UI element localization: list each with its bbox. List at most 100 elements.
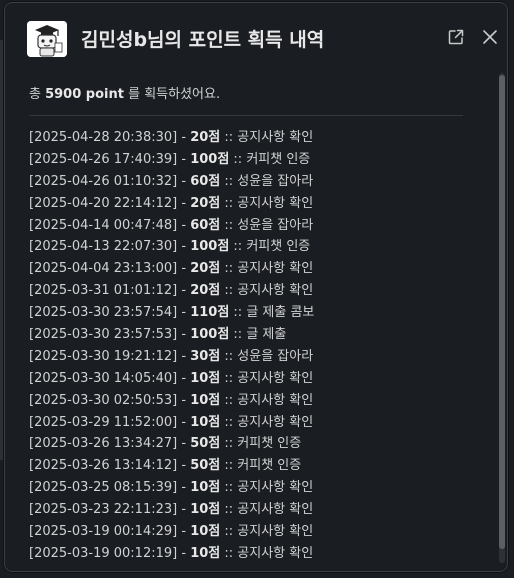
entry-timestamp: [2025-04-26 17:40:39] xyxy=(29,151,178,167)
log-entry: [2025-04-26 17:40:39] - 100점 :: 커피챗 인증 xyxy=(29,149,469,171)
entry-separator: - xyxy=(177,239,191,255)
entry-timestamp: [2025-04-20 22:14:12] xyxy=(29,195,178,211)
entry-points: 100점 xyxy=(190,327,230,343)
entry-timestamp: [2025-04-26 01:10:32] xyxy=(29,173,178,189)
entry-separator: :: xyxy=(220,283,238,299)
entry-separator: :: xyxy=(220,436,238,452)
entry-timestamp: [2025-03-26 13:34:27] xyxy=(29,436,178,452)
entry-points: 20점 xyxy=(190,130,221,145)
entry-reason: 공지사항 확인 xyxy=(237,261,314,277)
entry-timestamp: [2025-03-30 02:50:53] xyxy=(29,392,178,408)
log-entry: [2025-03-30 23:57:53] - 100점 :: 글 제출 xyxy=(29,324,469,346)
log-entry: [2025-03-30 02:50:53] - 10점 :: 공지사항 확인 xyxy=(29,390,469,412)
entry-points: 50점 xyxy=(190,436,221,452)
entry-separator: :: xyxy=(220,370,238,386)
entry-separator: :: xyxy=(229,327,247,343)
entry-timestamp: [2025-03-30 14:05:40] xyxy=(29,370,178,386)
entry-separator: - xyxy=(177,370,191,386)
modal-body: 총 5900 point 를 획득하셨어요. [2025-04-28 20:38… xyxy=(5,71,507,571)
points-log-list: [2025-04-28 20:38:30] - 20점 :: 공지사항 확인 [2… xyxy=(29,127,469,565)
entry-separator: :: xyxy=(220,502,238,518)
log-entry: [2025-04-04 23:13:00] - 20점 :: 공지사항 확인 xyxy=(29,258,469,280)
summary-divider xyxy=(29,115,463,116)
entry-separator: :: xyxy=(220,392,238,408)
entry-separator: :: xyxy=(220,545,238,561)
external-link-button[interactable] xyxy=(445,28,467,50)
entry-timestamp: [2025-03-29 11:52:00] xyxy=(29,414,178,430)
log-entry: [2025-03-25 08:15:39] - 10점 :: 공지사항 확인 xyxy=(29,477,469,499)
entry-separator: :: xyxy=(220,195,238,211)
entry-separator: - xyxy=(177,348,191,364)
entry-separator: :: xyxy=(220,348,238,364)
entry-timestamp: [2025-03-30 23:57:54] xyxy=(29,305,178,321)
entry-separator: :: xyxy=(229,305,247,321)
entry-separator: - xyxy=(177,217,191,233)
entry-separator: - xyxy=(177,327,191,343)
log-entry: [2025-03-30 19:21:12] - 30점 :: 성윤을 잡아라 xyxy=(29,346,469,368)
entry-timestamp: [2025-04-13 22:07:30] xyxy=(29,239,178,255)
entry-separator: - xyxy=(177,151,191,167)
entry-reason: 공지사항 확인 xyxy=(237,195,314,211)
entry-timestamp: [2025-03-19 00:14:29] xyxy=(29,524,178,540)
entry-reason: 성윤을 잡아라 xyxy=(237,173,314,189)
entry-separator: :: xyxy=(220,524,238,540)
entry-separator: - xyxy=(177,261,191,277)
log-entry: [2025-03-23 22:11:23] - 10점 :: 공지사항 확인 xyxy=(29,499,469,521)
entry-points: 10점 xyxy=(190,480,221,496)
external-link-icon xyxy=(448,29,464,49)
entry-timestamp: [2025-03-19 00:12:19] xyxy=(29,545,178,561)
entry-separator: - xyxy=(177,502,191,518)
close-icon xyxy=(482,29,498,49)
entry-points: 50점 xyxy=(190,458,221,474)
summary-amount: 5900 point xyxy=(45,87,124,102)
log-entry: [2025-03-26 13:14:12] - 50점 :: 커피챗 인증 xyxy=(29,455,469,477)
entry-timestamp: [2025-03-25 08:15:39] xyxy=(29,480,178,496)
entry-separator: - xyxy=(177,195,191,211)
entry-points: 30점 xyxy=(190,348,221,364)
entry-points: 20점 xyxy=(190,283,221,299)
entry-reason: 공지사항 확인 xyxy=(237,392,314,408)
entry-separator: :: xyxy=(220,261,238,277)
points-summary: 총 5900 point 를 획득하셨어요. xyxy=(29,83,220,102)
close-button[interactable] xyxy=(479,28,501,50)
entry-separator: - xyxy=(177,392,191,408)
entry-points: 20점 xyxy=(190,195,221,211)
entry-points: 110점 xyxy=(190,305,230,321)
entry-separator: - xyxy=(177,414,191,430)
entry-reason: 공지사항 확인 xyxy=(237,480,314,496)
scrollbar-thumb[interactable] xyxy=(499,75,505,549)
entry-separator: :: xyxy=(229,151,247,167)
scrollbar[interactable] xyxy=(499,73,505,563)
summary-prefix: 총 xyxy=(29,87,46,102)
entry-points: 100점 xyxy=(190,239,230,255)
entry-separator: - xyxy=(177,173,191,189)
summary-suffix: 를 획득하셨어요. xyxy=(123,87,221,102)
log-entry: [2025-04-28 20:38:30] - 20점 :: 공지사항 확인 xyxy=(29,127,469,149)
entry-reason: 커피챗 인증 xyxy=(246,239,311,255)
entry-points: 10점 xyxy=(190,524,221,540)
entry-separator: - xyxy=(177,480,191,496)
entry-points: 10점 xyxy=(190,545,221,561)
entry-reason: 공지사항 확인 xyxy=(237,370,314,386)
points-history-modal: 김민성b님의 포인트 획득 내역 총 5900 point 를 획득하셨어요. … xyxy=(4,2,508,572)
log-entry: [2025-03-30 14:05:40] - 10점 :: 공지사항 확인 xyxy=(29,368,469,390)
entry-reason: 글 제출 xyxy=(246,327,287,343)
entry-points: 20점 xyxy=(190,261,221,277)
log-entry: [2025-04-14 00:47:48] - 60점 :: 성윤을 잡아라 xyxy=(29,215,469,237)
entry-timestamp: [2025-03-30 19:21:12] xyxy=(29,348,178,364)
entry-reason: 공지사항 확인 xyxy=(237,283,314,299)
entry-separator: - xyxy=(177,130,191,145)
robot-mascot-icon xyxy=(27,21,67,57)
entry-reason: 공지사항 확인 xyxy=(237,524,314,540)
log-entry: [2025-04-20 22:14:12] - 20점 :: 공지사항 확인 xyxy=(29,193,469,215)
entry-timestamp: [2025-03-26 13:14:12] xyxy=(29,458,178,474)
log-entry: [2025-03-19 00:12:19] - 10점 :: 공지사항 확인 xyxy=(29,543,469,565)
log-entry: [2025-03-29 11:52:00] - 10점 :: 공지사항 확인 xyxy=(29,412,469,434)
entry-separator: :: xyxy=(220,130,238,145)
entry-points: 10점 xyxy=(190,414,221,430)
entry-separator: :: xyxy=(220,173,238,189)
entry-reason: 공지사항 확인 xyxy=(237,414,314,430)
entry-separator: :: xyxy=(220,414,238,430)
entry-timestamp: [2025-04-04 23:13:00] xyxy=(29,261,178,277)
entry-reason: 공지사항 확인 xyxy=(237,130,314,145)
